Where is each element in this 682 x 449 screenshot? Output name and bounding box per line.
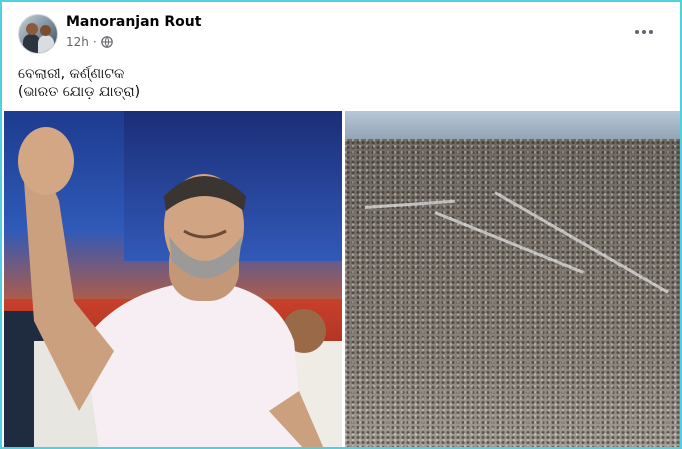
post-header: Manoranjan Rout 12h · [2, 2, 680, 62]
more-options-dot [642, 30, 646, 34]
post-caption: ବେଲାରୀ, କର୍ଣ୍ଣାଟକ (ଭାରତ ଯୋଡ଼ ଯାତ୍ରା) [18, 65, 140, 101]
photo-politician-waving[interactable] [4, 111, 342, 447]
meta-separator: · [92, 35, 97, 49]
globe-icon[interactable] [100, 36, 113, 48]
post-meta: 12h · [66, 35, 113, 49]
author-avatar[interactable] [18, 14, 58, 54]
post-photos [4, 111, 680, 447]
facebook-post-card: Manoranjan Rout 12h · ବେଲାରୀ, କର୍ଣ୍ଣାଟକ … [0, 0, 682, 449]
more-options-dot [649, 30, 653, 34]
post-timestamp[interactable]: 12h [66, 35, 89, 49]
caption-line-2: (ଭାରତ ଯୋଡ଼ ଯାତ୍ରା) [18, 84, 141, 100]
photo-crowd-rally[interactable] [345, 111, 680, 447]
caption-line-1: ବେଲାରୀ, କର୍ଣ୍ଣାଟକ [18, 66, 125, 82]
more-options-button[interactable] [630, 22, 658, 42]
author-name[interactable]: Manoranjan Rout [66, 14, 201, 30]
more-options-icon [635, 30, 639, 34]
